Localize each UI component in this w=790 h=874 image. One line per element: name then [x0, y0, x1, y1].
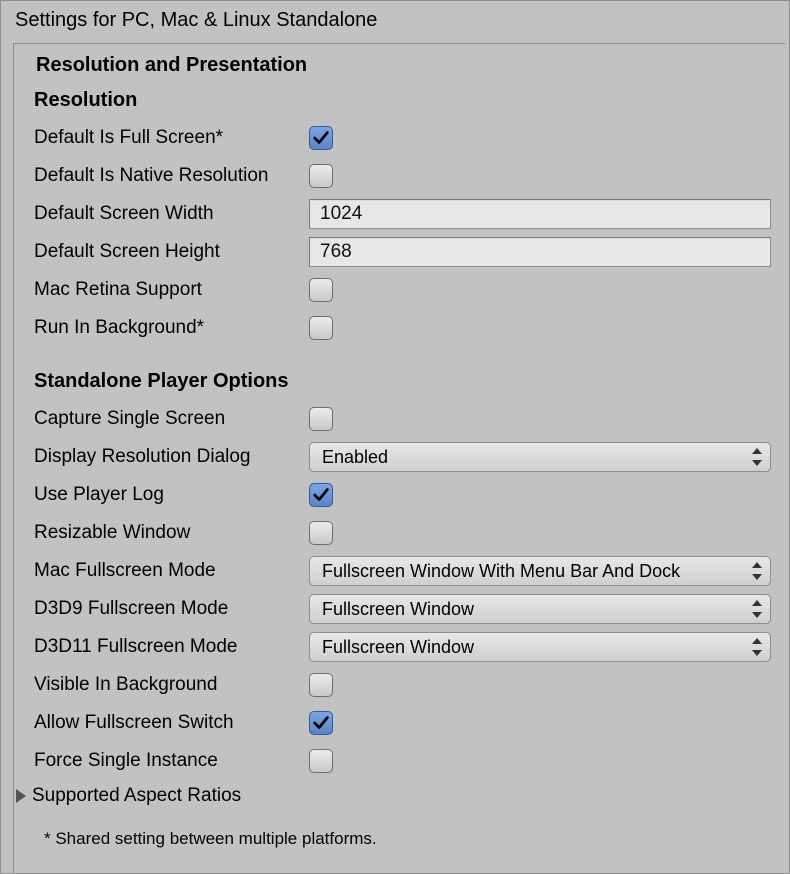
d3d9-fullscreen-mode-value: Fullscreen Window	[322, 599, 474, 620]
run-in-background-label: Run In Background*	[34, 317, 309, 339]
allow-fullscreen-switch-checkbox[interactable]	[309, 711, 333, 735]
capture-single-screen-checkbox[interactable]	[309, 407, 333, 431]
d3d11-fullscreen-mode-label: D3D11 Fullscreen Mode	[34, 636, 309, 658]
dropdown-arrows-icon	[750, 562, 764, 580]
default-screen-width-input[interactable]	[309, 199, 771, 229]
mac-fullscreen-mode-dropdown[interactable]: Fullscreen Window With Menu Bar And Dock	[309, 556, 771, 586]
run-in-background-checkbox[interactable]	[309, 316, 333, 340]
default-is-full-screen-checkbox[interactable]	[309, 126, 333, 150]
use-player-log-checkbox[interactable]	[309, 483, 333, 507]
default-screen-width-label: Default Screen Width	[34, 203, 309, 225]
default-screen-height-label: Default Screen Height	[34, 241, 309, 263]
d3d9-fullscreen-mode-label: D3D9 Fullscreen Mode	[34, 598, 309, 620]
resizable-window-label: Resizable Window	[34, 522, 309, 544]
visible-in-background-checkbox[interactable]	[309, 673, 333, 697]
mac-retina-support-label: Mac Retina Support	[34, 279, 309, 301]
force-single-instance-checkbox[interactable]	[309, 749, 333, 773]
d3d11-fullscreen-mode-value: Fullscreen Window	[322, 637, 474, 658]
default-is-full-screen-label: Default Is Full Screen*	[34, 127, 309, 149]
mac-fullscreen-mode-value: Fullscreen Window With Menu Bar And Dock	[322, 561, 680, 582]
force-single-instance-label: Force Single Instance	[34, 750, 309, 772]
standalone-title: Standalone Player Options	[34, 370, 777, 393]
footnote: * Shared setting between multiple platfo…	[44, 829, 777, 849]
default-is-native-resolution-label: Default Is Native Resolution	[34, 165, 309, 187]
display-resolution-dialog-value: Enabled	[322, 447, 388, 468]
use-player-log-label: Use Player Log	[34, 484, 309, 506]
mac-retina-support-checkbox[interactable]	[309, 278, 333, 302]
section-title: Resolution and Presentation	[36, 54, 777, 77]
default-is-native-resolution-checkbox[interactable]	[309, 164, 333, 188]
mac-fullscreen-mode-label: Mac Fullscreen Mode	[34, 560, 309, 582]
visible-in-background-label: Visible In Background	[34, 674, 309, 696]
capture-single-screen-label: Capture Single Screen	[34, 408, 309, 430]
dropdown-arrows-icon	[750, 638, 764, 656]
resolution-title: Resolution	[34, 89, 777, 112]
settings-panel: Settings for PC, Mac & Linux Standalone …	[0, 0, 790, 874]
panel-title: Settings for PC, Mac & Linux Standalone	[1, 1, 789, 40]
inner-box: Resolution and Presentation Resolution D…	[13, 43, 785, 873]
d3d11-fullscreen-mode-dropdown[interactable]: Fullscreen Window	[309, 632, 771, 662]
foldout-arrow-icon	[16, 789, 26, 803]
resizable-window-checkbox[interactable]	[309, 521, 333, 545]
display-resolution-dialog-dropdown[interactable]: Enabled	[309, 442, 771, 472]
dropdown-arrows-icon	[750, 600, 764, 618]
supported-aspect-ratios-label: Supported Aspect Ratios	[32, 785, 241, 807]
d3d9-fullscreen-mode-dropdown[interactable]: Fullscreen Window	[309, 594, 771, 624]
allow-fullscreen-switch-label: Allow Fullscreen Switch	[34, 712, 309, 734]
default-screen-height-input[interactable]	[309, 237, 771, 267]
display-resolution-dialog-label: Display Resolution Dialog	[34, 446, 309, 468]
supported-aspect-ratios-foldout[interactable]: Supported Aspect Ratios	[16, 785, 777, 807]
dropdown-arrows-icon	[750, 448, 764, 466]
